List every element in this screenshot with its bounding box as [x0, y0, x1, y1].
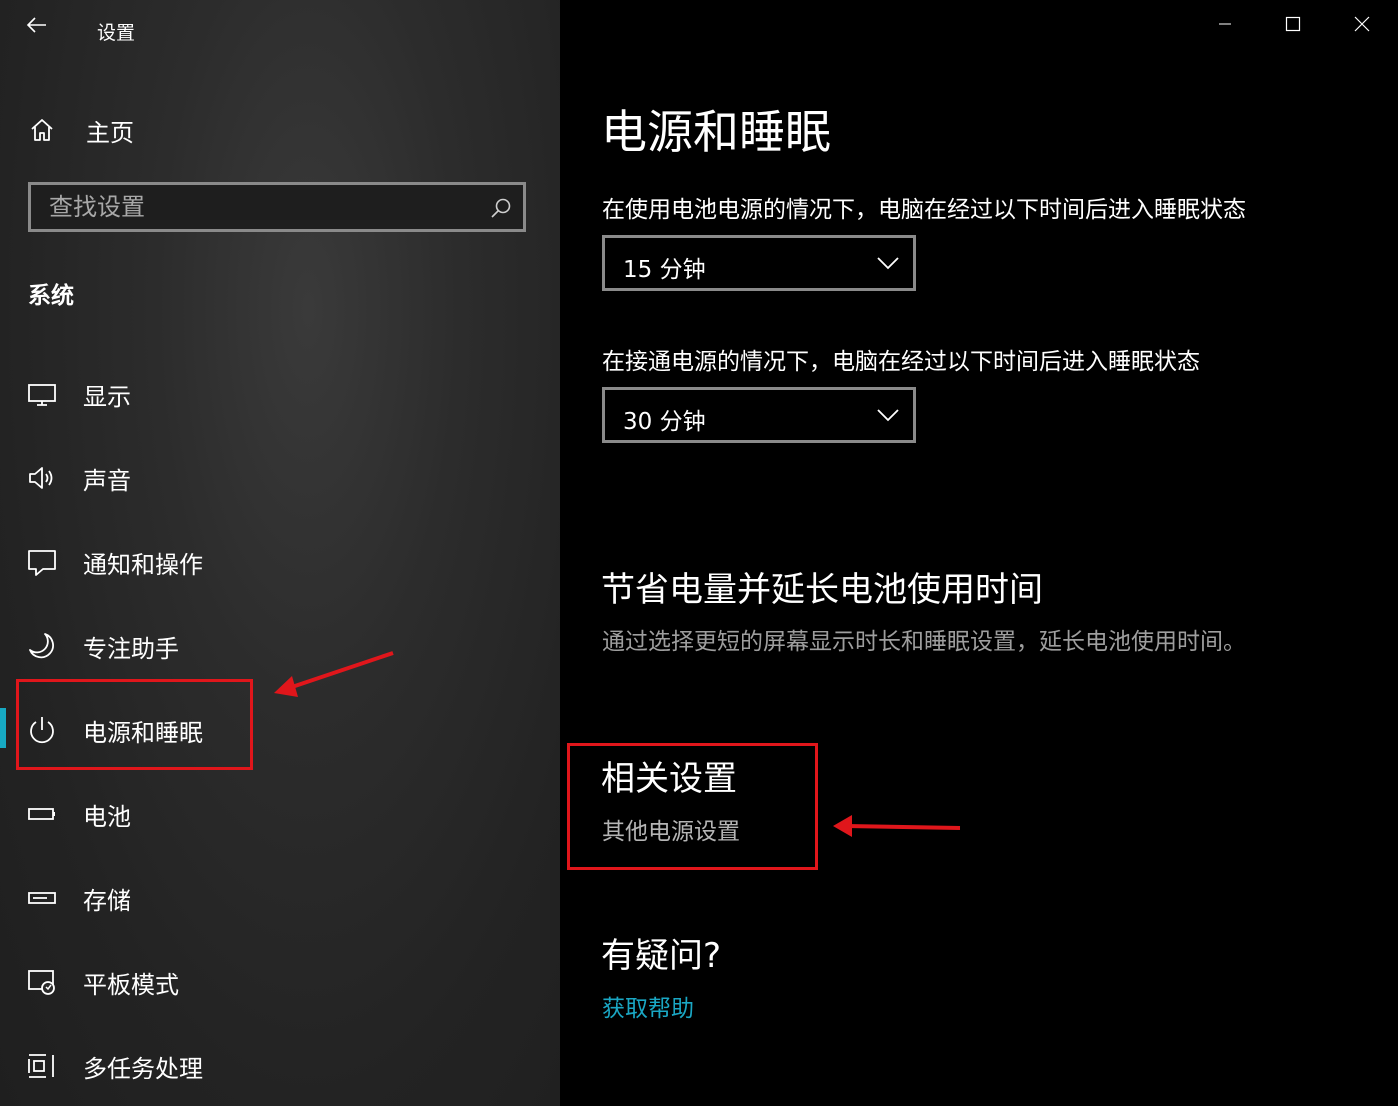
main-panel: 电源和睡眠 在使用电池电源的情况下，电脑在经过以下时间后进入睡眠状态 15 分钟… — [560, 0, 1398, 1106]
sidebar: 设置 主页 系统 显示 声音 通知和操作 专注助手 电源和睡眠 电池 存储 — [0, 0, 560, 1106]
sidebar-item-focus-assist[interactable]: 专注助手 — [0, 616, 560, 676]
search-input[interactable] — [31, 185, 523, 229]
help-heading: 有疑问? — [601, 936, 722, 976]
sidebar-item-label: 声音 — [83, 466, 131, 495]
nav-home-label: 主页 — [86, 118, 134, 147]
save-power-description: 通过选择更短的屏幕显示时长和睡眠设置，延长电池使用时间。 — [602, 629, 1246, 655]
sidebar-item-tablet-mode[interactable]: 平板模式 — [0, 952, 560, 1012]
sidebar-item-label: 多任务处理 — [83, 1054, 203, 1083]
sidebar-item-label: 平板模式 — [83, 970, 179, 999]
section-header: 系统 — [28, 283, 74, 309]
annotation-box-power-sleep — [16, 679, 253, 770]
maximize-icon — [1285, 16, 1301, 32]
sidebar-item-multitasking[interactable]: 多任务处理 — [0, 1036, 560, 1096]
monitor-icon — [28, 384, 56, 406]
chevron-down-icon — [877, 257, 899, 270]
get-help-link[interactable]: 获取帮助 — [602, 989, 694, 1023]
notification-icon — [28, 550, 56, 576]
close-button[interactable] — [1342, 8, 1382, 40]
home-icon — [31, 119, 53, 141]
sidebar-item-notifications[interactable]: 通知和操作 — [0, 532, 560, 592]
sidebar-item-display[interactable]: 显示 — [0, 364, 560, 424]
close-icon — [1354, 16, 1370, 32]
sidebar-item-label: 通知和操作 — [83, 550, 203, 579]
speaker-icon — [29, 467, 53, 489]
storage-icon — [28, 892, 56, 904]
search-icon[interactable] — [489, 196, 513, 220]
plugged-sleep-value: 30 分钟 — [623, 409, 706, 435]
app-title: 设置 — [97, 22, 136, 44]
multitasking-icon — [28, 1054, 54, 1078]
save-power-heading: 节省电量并延长电池使用时间 — [601, 570, 1043, 610]
tablet-mode-icon — [28, 970, 55, 995]
minimize-icon — [1219, 23, 1231, 25]
search-box — [28, 182, 526, 232]
plugged-sleep-label: 在接通电源的情况下，电脑在经过以下时间后进入睡眠状态 — [602, 349, 1200, 375]
page-title: 电源和睡眠 — [601, 105, 831, 159]
battery-sleep-dropdown[interactable]: 15 分钟 — [602, 235, 916, 291]
minimize-button[interactable] — [1205, 8, 1245, 40]
battery-icon — [28, 808, 55, 820]
back-arrow-icon[interactable] — [22, 10, 52, 40]
sidebar-item-storage[interactable]: 存储 — [0, 868, 560, 928]
sidebar-item-label: 存储 — [83, 886, 131, 915]
plugged-sleep-dropdown[interactable]: 30 分钟 — [602, 387, 916, 443]
annotation-box-related-settings — [567, 743, 818, 870]
battery-sleep-label: 在使用电池电源的情况下，电脑在经过以下时间后进入睡眠状态 — [602, 197, 1246, 223]
sidebar-item-label: 专注助手 — [83, 634, 179, 663]
maximize-button[interactable] — [1273, 8, 1313, 40]
sidebar-item-battery[interactable]: 电池 — [0, 784, 560, 844]
sidebar-item-label: 显示 — [83, 382, 131, 411]
nav-home[interactable]: 主页 — [28, 110, 134, 150]
chevron-down-icon — [877, 409, 899, 422]
battery-sleep-value: 15 分钟 — [623, 257, 706, 283]
sidebar-item-sound[interactable]: 声音 — [0, 448, 560, 508]
sidebar-item-label: 电池 — [83, 802, 131, 831]
moon-icon — [29, 633, 54, 659]
